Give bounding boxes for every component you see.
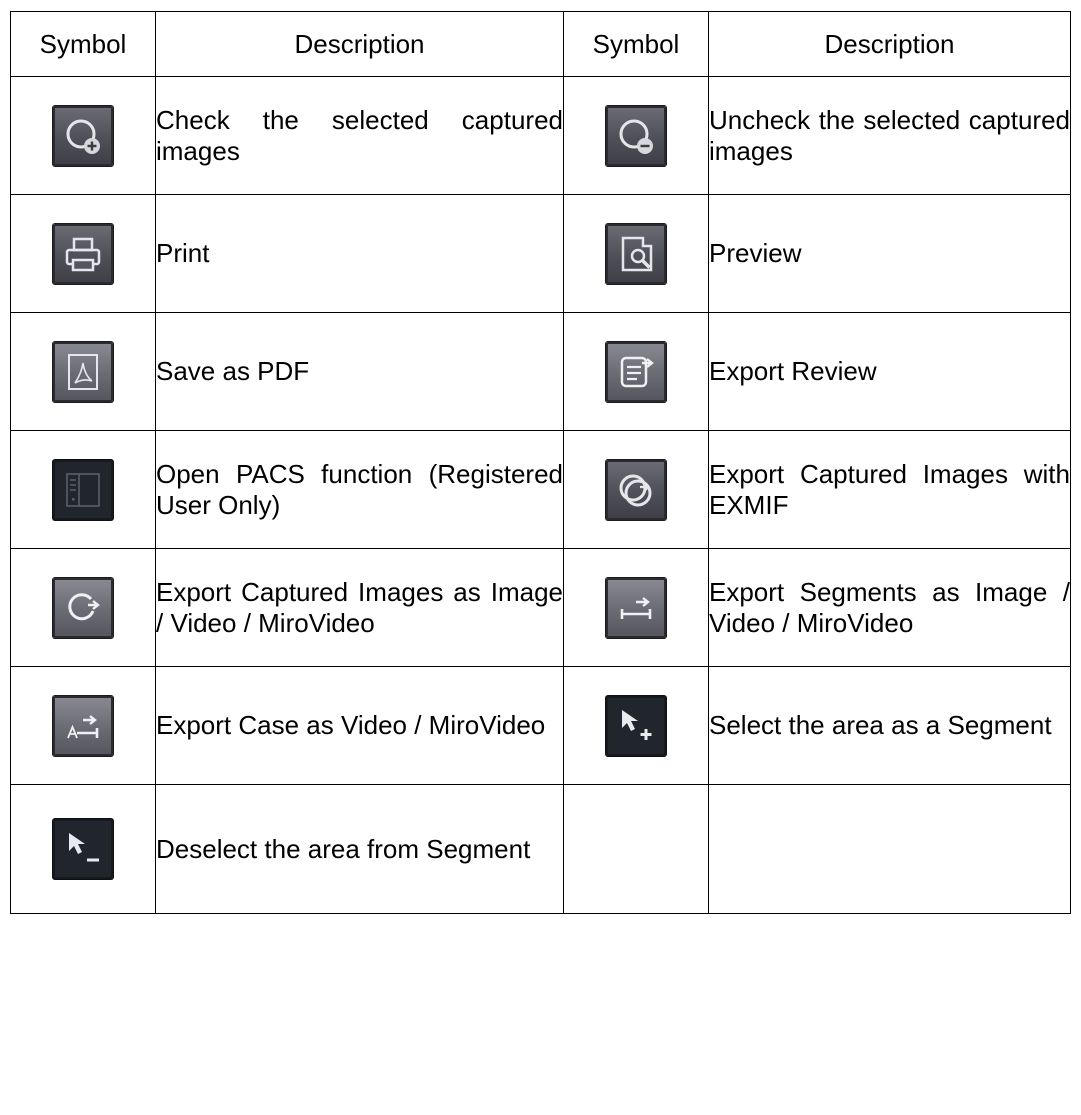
header-description-2: Description — [708, 11, 1071, 77]
table-header-row: Symbol Description Symbol Description — [10, 11, 1071, 77]
description-cell: Check the selected captured images — [155, 76, 564, 195]
description-cell: Save as PDF — [155, 312, 564, 431]
symbol-cell — [10, 784, 156, 914]
symbol-description-table: Symbol Description Symbol Description Ch… — [10, 11, 1071, 914]
description-cell: Select the area as a Segment — [708, 666, 1071, 785]
symbol-cell — [563, 666, 709, 785]
deselect-area-minus-icon[interactable] — [53, 819, 113, 879]
symbol-cell — [563, 76, 709, 195]
table-row: Save as PDF Export Review — [10, 312, 1071, 431]
description-cell: Preview — [708, 194, 1071, 313]
empty-description-cell — [708, 784, 1071, 914]
symbol-reference-page: Symbol Description Symbol Description Ch… — [0, 0, 1081, 1115]
symbol-cell — [10, 194, 156, 313]
export-case-icon[interactable] — [53, 695, 113, 756]
symbol-cell — [10, 548, 156, 667]
table-row: Deselect the area from Segment — [10, 784, 1071, 914]
header-symbol-2: Symbol — [563, 11, 709, 77]
table-row: Export Captured Images as Image / Video … — [10, 548, 1071, 667]
symbol-cell — [563, 194, 709, 313]
symbol-cell — [10, 76, 156, 195]
table-row: Print Preview — [10, 194, 1071, 313]
export-images-exmif-icon[interactable] — [606, 459, 666, 520]
symbol-cell — [10, 666, 156, 785]
description-cell: Export Captured Images with EXMIF — [708, 430, 1071, 549]
description-cell: Export Case as Video / MiroVideo — [155, 666, 564, 785]
symbol-cell — [10, 312, 156, 431]
export-images-arrow-icon[interactable] — [53, 577, 113, 638]
symbol-cell — [563, 548, 709, 667]
description-cell: Export Segments as Image / Video / MiroV… — [708, 548, 1071, 667]
uncheck-image-minus-icon[interactable] — [606, 105, 666, 166]
symbol-cell — [563, 312, 709, 431]
table-row: Open PACS function (Registered User Only… — [10, 430, 1071, 549]
description-cell: Export Captured Images as Image / Video … — [155, 548, 564, 667]
description-cell: Deselect the area from Segment — [155, 784, 564, 914]
empty-symbol-cell — [563, 784, 709, 914]
table-row: Export Case as Video / MiroVideo Select … — [10, 666, 1071, 785]
description-cell: Print — [155, 194, 564, 313]
description-cell: Open PACS function (Registered User Only… — [155, 430, 564, 549]
header-symbol-1: Symbol — [10, 11, 156, 77]
select-area-plus-icon[interactable] — [606, 695, 666, 756]
pacs-panel-icon[interactable] — [53, 459, 113, 520]
printer-icon[interactable] — [53, 223, 113, 284]
symbol-cell — [10, 430, 156, 549]
description-cell: Export Review — [708, 312, 1071, 431]
pdf-document-icon[interactable] — [53, 341, 113, 402]
export-review-icon[interactable] — [606, 341, 666, 402]
header-description-1: Description — [155, 11, 564, 77]
check-image-plus-icon[interactable] — [53, 105, 113, 166]
symbol-cell — [563, 430, 709, 549]
description-cell: Uncheck the selected captured images — [708, 76, 1071, 195]
preview-document-magnifier-icon[interactable] — [606, 223, 666, 284]
table-row: Check the selected captured images Unche… — [10, 76, 1071, 195]
export-segments-icon[interactable] — [606, 577, 666, 638]
